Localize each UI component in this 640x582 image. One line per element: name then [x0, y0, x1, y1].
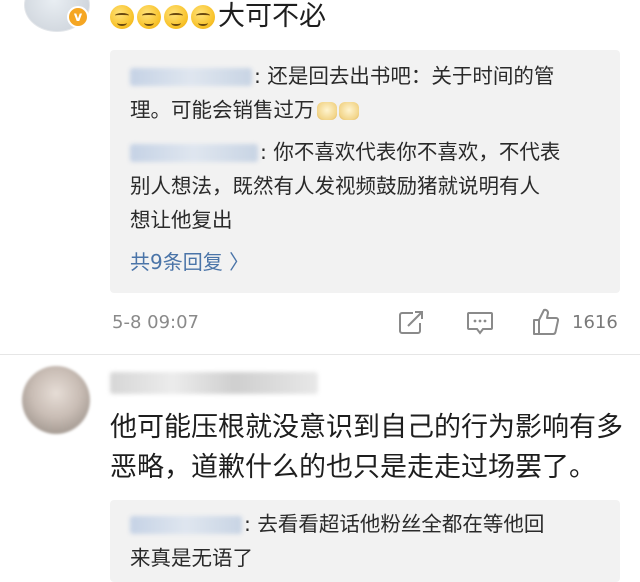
comment-text: 大可不必 [110, 0, 326, 34]
cat-emoji-icon [316, 102, 337, 120]
reply-item[interactable]: : 还是回去出书吧：关于时间的管 [130, 62, 600, 90]
comment-text-content: 大可不必 [218, 1, 326, 32]
comment-icon[interactable] [466, 311, 494, 335]
reply-item[interactable]: : 去看看超话他粉丝全都在等他回 [130, 510, 600, 538]
commenter-avatar[interactable] [22, 366, 90, 434]
commenter-username[interactable] [110, 372, 318, 394]
reply-item-continued: 理。可能会销售过万 [130, 96, 600, 124]
like-count: 1616 [572, 312, 618, 333]
comment-text: 他可能压根就没意识到自己的行为影响有多 恶略，道歉什么的也只是走走过场罢了。 [110, 408, 630, 488]
comment-text-line: 他可能压根就没意识到自己的行为影响有多 [110, 412, 623, 443]
comment-divider [0, 354, 640, 355]
grinning-face-emoji-icon [110, 5, 134, 29]
view-more-replies-link[interactable]: 共9条回复 〉 [130, 246, 249, 275]
reply-item-continued: 来真是无语了 [130, 546, 253, 570]
reply-item-continued: 别人想法，既然有人发视频鼓励猪就说明有人 [130, 174, 540, 198]
like-icon[interactable] [531, 307, 561, 337]
share-icon[interactable] [398, 311, 424, 335]
reply-author-name[interactable] [130, 68, 252, 86]
grinning-face-emoji-icon [191, 5, 215, 29]
reply-item[interactable]: : 你不喜欢代表你不喜欢，不代表 [130, 138, 600, 166]
reply-item-continued: 想让他复出 [130, 208, 233, 232]
comment-text-line: 恶略，道歉什么的也只是走走过场罢了。 [110, 452, 596, 483]
reply-author-name[interactable] [130, 144, 258, 162]
comment-timestamp: 5-8 09:07 [112, 312, 199, 333]
reply-author-name[interactable] [130, 516, 242, 534]
grinning-face-emoji-icon [164, 5, 188, 29]
cat-emoji-icon [338, 102, 359, 120]
grinning-face-emoji-icon [137, 5, 161, 29]
verified-badge-icon: v [67, 6, 89, 28]
